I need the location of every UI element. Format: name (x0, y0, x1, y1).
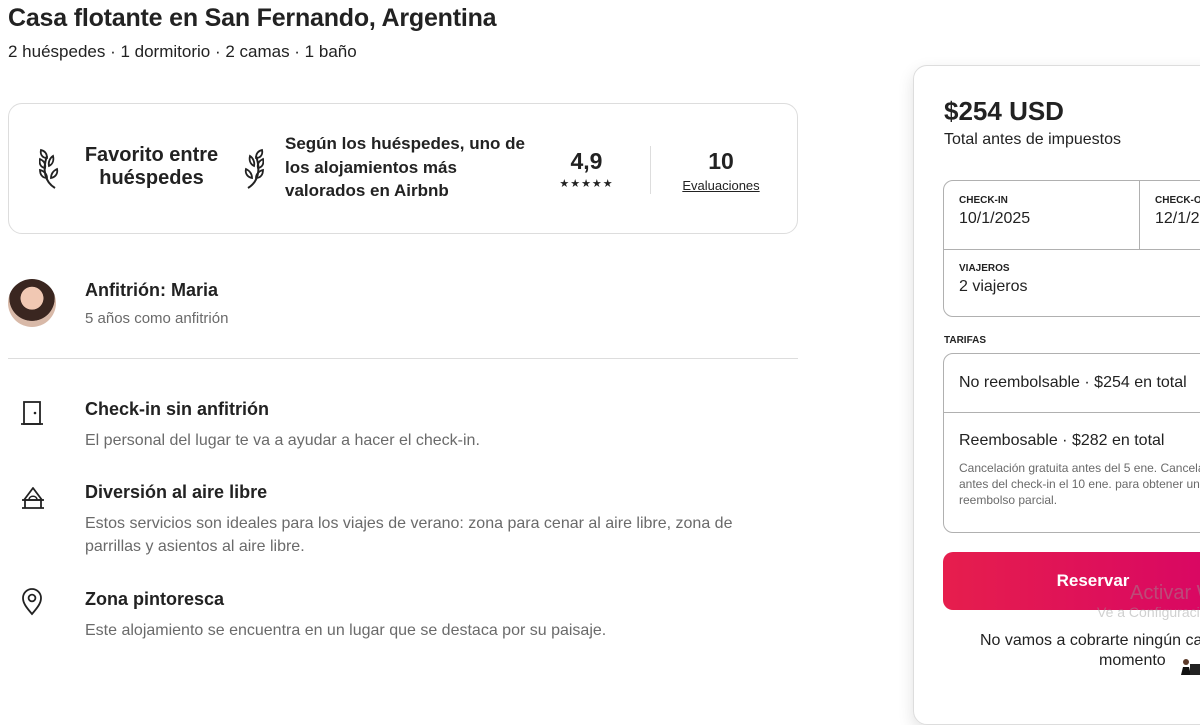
divider (944, 412, 1200, 413)
guest-favorite-label: Favorito entre huéspedes (84, 144, 219, 189)
activation-watermark-sub: Ve a Configuración para activar Windows. (1097, 604, 1200, 620)
checkout-label: CHECK-OUT (1155, 195, 1200, 206)
rate-option-nonrefundable[interactable]: No reembolsable · $254 en total (959, 374, 1187, 392)
feature-title: Check-in sin anfitrión (85, 399, 270, 419)
divider (650, 146, 651, 194)
feature-title: Zona pintoresca (85, 589, 225, 609)
no-charge-note-2: momento (1099, 652, 1166, 669)
rating-value: 4,9 (570, 148, 603, 174)
door-icon (21, 401, 43, 425)
review-count: 10 (708, 148, 734, 174)
divider (1139, 181, 1140, 249)
total-price: $254 USD (944, 96, 1064, 126)
checkin-value: 10/1/2025 (959, 210, 1031, 227)
feature-description: El personal del lugar te va a ayudar a h… (85, 432, 480, 449)
listing-summary: 2 huéspedes · 1 dormitorio · 2 camas · 1… (8, 42, 357, 61)
listing-title: Casa flotante en San Fernando, Argentina (8, 4, 497, 32)
trip-details-box[interactable]: CHECK-IN 10/1/2025 CHECK-OUT 12/1/2025 V… (943, 180, 1200, 317)
guest-favorite-description: Según los huéspedes, uno de los alojamie… (285, 134, 525, 200)
activation-watermark: Activar Windows (1130, 582, 1200, 604)
checkout-value: 12/1/2025 (1155, 210, 1200, 227)
guest-favorite-card[interactable]: Favorito entre huéspedes Según los huésp… (8, 103, 798, 234)
refundable-note: Cancelación gratuita antes del 5 ene. Ca… (959, 461, 1200, 507)
feature-title: Diversión al aire libre (85, 482, 268, 502)
feature-description: Este alojamiento se encuentra en un luga… (85, 622, 607, 639)
reviews-summary[interactable]: 10 Evaluaciones (671, 148, 771, 193)
grill-icon (22, 487, 44, 509)
rating-summary: 4,9 ★★★★★ (549, 148, 624, 190)
rate-options: No reembolsable · $254 en total Reembosa… (943, 353, 1200, 533)
host-avatar[interactable] (8, 279, 56, 327)
section-divider (8, 358, 798, 359)
host-name: Anfitrión: Maria (85, 280, 218, 300)
rate-option-refundable[interactable]: Reembosable · $282 en total (959, 432, 1164, 450)
guests-value: 2 viajeros (959, 278, 1028, 295)
divider (944, 249, 1200, 250)
laurel-left-icon (39, 148, 59, 189)
checkin-field[interactable]: CHECK-IN 10/1/2025 (959, 195, 1030, 228)
reviews-link[interactable]: Evaluaciones (671, 178, 771, 193)
guests-field[interactable]: VIAJEROS 2 viajeros (959, 263, 1027, 296)
guests-label: VIAJEROS (959, 263, 1010, 274)
laurel-right-icon (244, 148, 264, 189)
location-pin-icon (22, 588, 42, 616)
no-charge-note: No vamos a cobrarte ningún cargo por el (980, 632, 1200, 649)
price-note: Total antes de impuestos (944, 131, 1121, 148)
guest-favorite-badge: Favorito entre huéspedes (39, 144, 264, 194)
host-years: 5 años como anfitrión (85, 310, 229, 327)
checkin-label: CHECK-IN (959, 195, 1008, 206)
booking-card: $254 USD Total antes de impuestos CHECK-… (913, 65, 1200, 725)
star-rating-icon: ★★★★★ (559, 178, 614, 190)
checkout-field[interactable]: CHECK-OUT 12/1/2025 (1155, 195, 1200, 228)
rates-label: TARIFAS (944, 335, 987, 346)
user-figure-icon (1181, 659, 1200, 675)
feature-description: Estos servicios son ideales para los via… (85, 515, 733, 555)
